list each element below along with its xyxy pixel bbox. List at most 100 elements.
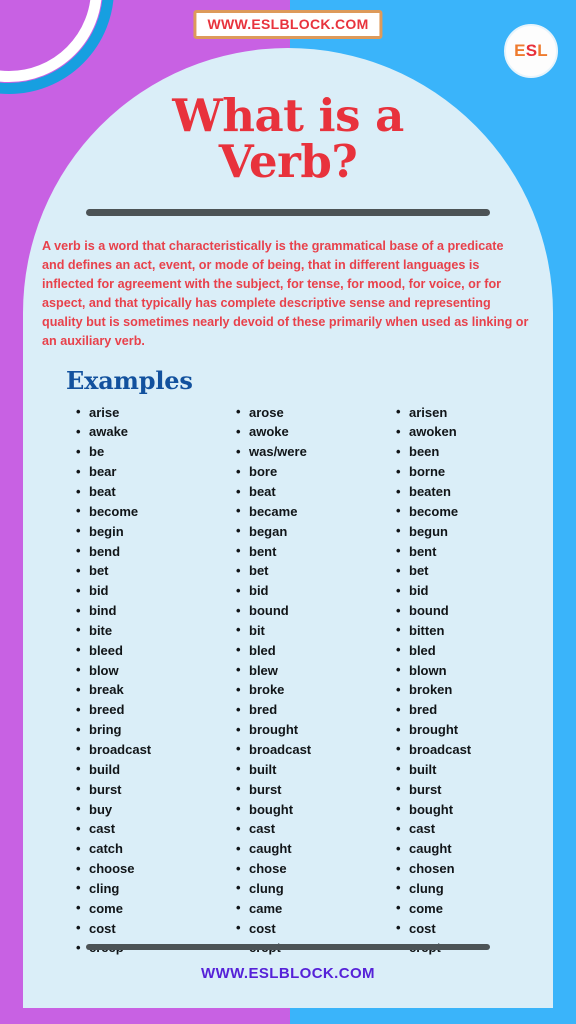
list-item: bind	[76, 601, 233, 621]
list-item: bend	[76, 541, 233, 562]
list-item: breed	[76, 700, 233, 720]
list-item: became	[236, 501, 393, 522]
list-item: cast	[396, 819, 553, 839]
verb-column-past-participle: arisen awoken been borne beaten become b…	[393, 402, 553, 959]
verb-list-past-participle: arisen awoken been borne beaten become b…	[393, 402, 553, 959]
list-item: brought	[396, 720, 553, 740]
list-item: break	[76, 680, 233, 700]
list-item: bent	[236, 541, 393, 562]
verb-list-past-simple: arose awoke was/were bore beat became be…	[233, 402, 393, 959]
list-item: burst	[236, 779, 393, 800]
list-item: bite	[76, 620, 233, 641]
list-item: caught	[236, 839, 393, 859]
list-item: build	[76, 759, 233, 780]
list-item: chosen	[396, 859, 553, 879]
list-item: arose	[236, 402, 393, 423]
list-item: bled	[396, 640, 553, 661]
list-item: burst	[396, 779, 553, 800]
verb-column-base-form: arise awake be bear beat become begin be…	[73, 402, 233, 959]
list-item: be	[76, 442, 233, 462]
list-item: broadcast	[396, 739, 553, 760]
list-item: bleed	[76, 640, 233, 661]
list-item: borne	[396, 462, 553, 482]
list-item: bound	[236, 601, 393, 621]
list-item: awoke	[236, 422, 393, 442]
list-item: beat	[236, 482, 393, 502]
list-item: built	[396, 759, 553, 780]
list-item: built	[236, 759, 393, 780]
list-item: beaten	[396, 482, 553, 502]
list-item: come	[396, 898, 553, 919]
list-item: blow	[76, 660, 233, 681]
footer: WWW.ESLBLOCK.COM	[23, 944, 553, 1008]
content-card: What is a Verb? A verb is a word that ch…	[23, 48, 553, 1008]
list-item: bred	[236, 700, 393, 720]
list-item: bring	[76, 720, 233, 740]
list-item: bid	[236, 581, 393, 601]
list-item: bound	[396, 601, 553, 621]
list-item: arisen	[396, 402, 553, 423]
list-item: broken	[396, 680, 553, 700]
footer-website-url[interactable]: WWW.ESLBLOCK.COM	[23, 950, 553, 1008]
list-item: cast	[76, 819, 233, 839]
list-item: bet	[236, 561, 393, 581]
list-item: bet	[396, 561, 553, 581]
list-item: come	[76, 898, 233, 919]
list-item: began	[236, 521, 393, 542]
verb-columns: arise awake be bear beat become begin be…	[23, 402, 553, 959]
list-item: bitten	[396, 620, 553, 641]
list-item: came	[236, 898, 393, 919]
list-item: caught	[396, 839, 553, 859]
list-item: brought	[236, 720, 393, 740]
list-item: bet	[76, 561, 233, 581]
list-item: bought	[236, 799, 393, 820]
list-item: was/were	[236, 442, 393, 462]
list-item: bid	[396, 581, 553, 601]
list-item: cast	[236, 819, 393, 839]
list-item: cost	[236, 918, 393, 939]
list-item: bid	[76, 581, 233, 601]
list-item: bit	[236, 620, 393, 641]
list-item: clung	[236, 878, 393, 899]
list-item: broke	[236, 680, 393, 700]
list-item: cling	[76, 878, 233, 899]
list-item: awoken	[396, 422, 553, 442]
verb-list-base-form: arise awake be bear beat become begin be…	[73, 402, 233, 959]
list-item: beat	[76, 482, 233, 502]
list-item: bled	[236, 640, 393, 661]
top-website-banner[interactable]: WWW.ESLBLOCK.COM	[193, 10, 383, 39]
list-item: begin	[76, 521, 233, 542]
examples-heading: Examples	[66, 365, 193, 395]
list-item: chose	[236, 859, 393, 879]
list-item: blown	[396, 660, 553, 681]
title-divider	[86, 208, 490, 216]
badge-letter-e: E	[514, 41, 526, 60]
list-item: been	[396, 442, 553, 462]
list-item: choose	[76, 859, 233, 879]
badge-letter-l: L	[537, 41, 548, 60]
list-item: clung	[396, 878, 553, 899]
list-item: become	[76, 501, 233, 522]
list-item: bred	[396, 700, 553, 720]
list-item: cost	[396, 918, 553, 939]
list-item: broadcast	[76, 739, 233, 760]
list-item: bought	[396, 799, 553, 820]
list-item: awake	[76, 422, 233, 442]
list-item: burst	[76, 779, 233, 800]
list-item: buy	[76, 799, 233, 820]
list-item: arise	[76, 402, 233, 423]
list-item: begun	[396, 521, 553, 542]
badge-letter-s: S	[525, 41, 538, 60]
list-item: become	[396, 501, 553, 522]
poster: ESL WWW.ESLBLOCK.COM What is a Verb? A v…	[0, 0, 576, 1024]
list-item: bent	[396, 541, 553, 562]
list-item: catch	[76, 839, 233, 859]
list-item: cost	[76, 918, 233, 939]
list-item: bore	[236, 462, 393, 482]
list-item: blew	[236, 660, 393, 681]
esl-logo-badge: ESL	[504, 24, 558, 78]
verb-definition-text: A verb is a word that characteristically…	[42, 238, 529, 349]
list-item: broadcast	[236, 739, 393, 760]
verb-column-past-simple: arose awoke was/were bore beat became be…	[233, 402, 393, 959]
title-line-2: Verb?	[218, 134, 358, 188]
